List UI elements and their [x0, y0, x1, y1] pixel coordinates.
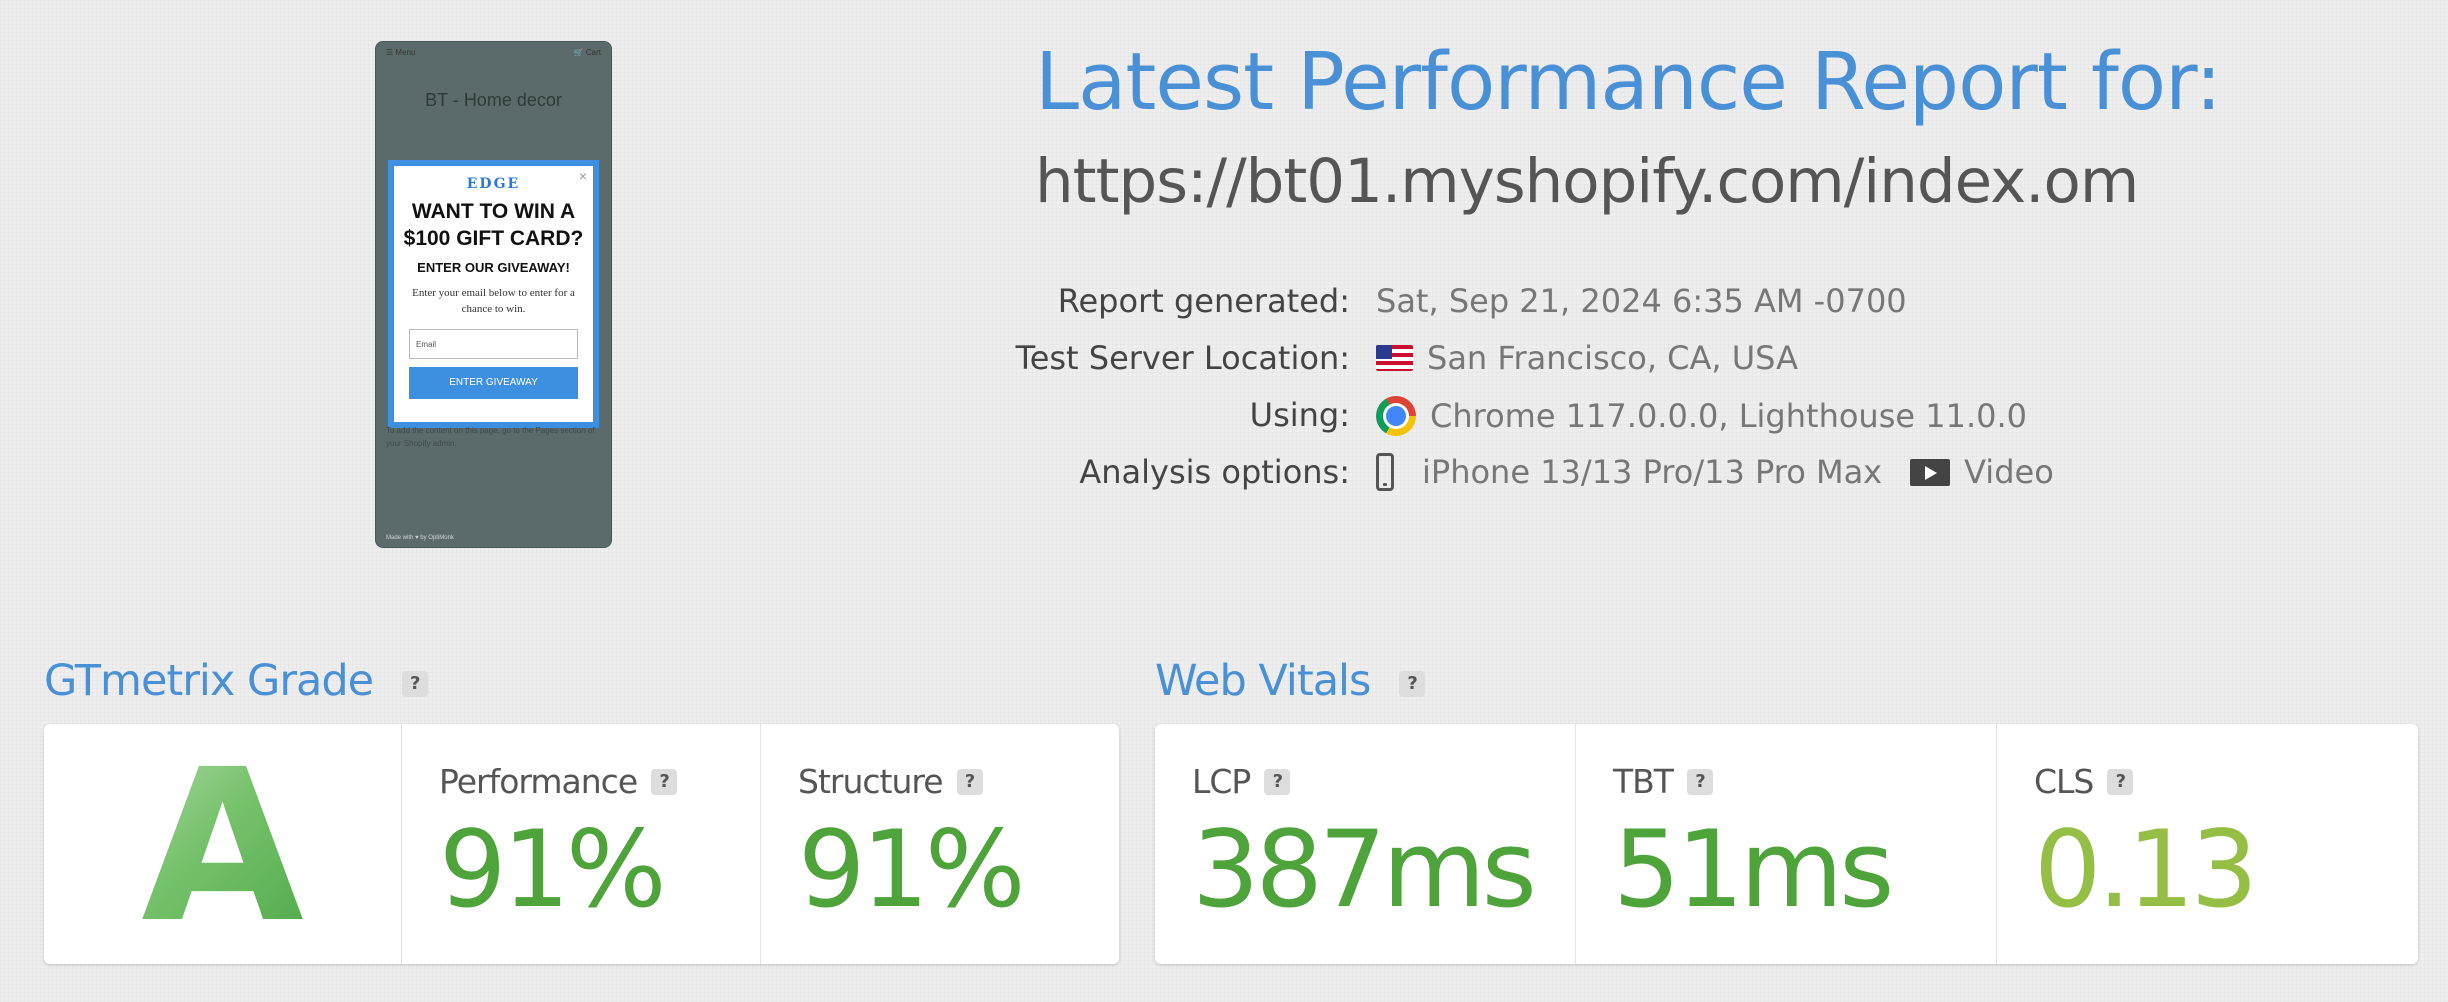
web-vitals-panel: LCP ? 387ms TBT ? 51ms CLS ? 0.13 [1155, 724, 2418, 964]
web-vitals-help-icon[interactable]: ? [1399, 670, 1426, 697]
report-title: Latest Performance Report for: [1035, 36, 2222, 128]
popup-enter-button: ENTER GIVEAWAY [409, 367, 578, 399]
web-vitals-title-text: Web Vitals [1155, 656, 1371, 706]
video-icon[interactable] [1910, 458, 1951, 486]
popup-headline: WANT TO WIN A $100 GIFT CARD? [403, 200, 584, 250]
structure-cell: Structure ? 91% [761, 724, 1119, 964]
tbt-value: 51ms [1613, 808, 1894, 931]
structure-help-icon[interactable]: ? [956, 768, 983, 795]
lcp-value: 387ms [1192, 808, 1537, 931]
tbt-cell: TBT ? 51ms [1576, 724, 1997, 964]
screenshot-cart-label: Cart [585, 48, 601, 57]
lcp-label: LCP ? [1192, 762, 1291, 801]
page-screenshot: ☰ Menu 🛒 Cart BT - Home decor × EDGE WAN… [376, 42, 611, 547]
performance-help-icon[interactable]: ? [651, 768, 678, 795]
performance-label-text: Performance [439, 762, 638, 801]
server-location-value: San Francisco, CA, USA [1376, 339, 1798, 377]
structure-value: 91% [798, 808, 1026, 931]
structure-label: Structure ? [798, 762, 983, 801]
tbt-label: TBT ? [1613, 762, 1713, 801]
screenshot-store-name: BT - Home decor [425, 90, 562, 110]
grade-cell: A [44, 724, 402, 964]
screenshot-body-text: To add the content on this page, go to t… [386, 426, 595, 448]
popup-email-field: Email [409, 329, 578, 359]
screenshot-header: ☰ Menu 🛒 Cart [386, 48, 601, 62]
using-label: Using: [1249, 396, 1350, 434]
report-generated-value: Sat, Sep 21, 2024 6:35 AM -0700 [1376, 282, 1907, 320]
popup-text: Enter your email below to enter for a ch… [412, 287, 575, 315]
server-location-label: Test Server Location: [1015, 339, 1350, 377]
tbt-label-text: TBT [1613, 762, 1674, 801]
using-text: Chrome 117.0.0.0, Lighthouse 11.0.0 [1430, 397, 2028, 435]
giveaway-popup-frame: × EDGE WANT TO WIN A $100 GIFT CARD? ENT… [388, 160, 599, 428]
cls-label-text: CLS [2034, 762, 2094, 801]
web-vitals-title: Web Vitals ? [1155, 656, 1426, 706]
gtmetrix-grade-title: GTmetrix Grade ? [44, 656, 428, 706]
gtmetrix-help-icon[interactable]: ? [401, 670, 428, 697]
screenshot-cart: 🛒 Cart [573, 48, 601, 57]
cls-label: CLS ? [2034, 762, 2134, 801]
mobile-phone-icon [1376, 453, 1394, 491]
lcp-cell: LCP ? 387ms [1155, 724, 1576, 964]
popup-close-icon: × [578, 168, 587, 184]
cls-value: 0.13 [2034, 808, 2258, 931]
grade-letter: A [44, 742, 401, 952]
chrome-icon [1376, 396, 1416, 436]
us-flag-icon [1376, 345, 1413, 371]
report-generated-label: Report generated: [1057, 282, 1350, 320]
structure-label-text: Structure [798, 762, 944, 801]
screenshot-menu-label: Menu [395, 48, 416, 57]
report-url[interactable]: https://bt01.myshopify.com/index.om [1035, 146, 2139, 217]
performance-value: 91% [439, 808, 667, 931]
screenshot-menu: ☰ Menu [386, 48, 416, 57]
video-text[interactable]: Video [1964, 453, 2054, 491]
gtmetrix-grade-title-text: GTmetrix Grade [44, 656, 374, 706]
using-value: Chrome 117.0.0.0, Lighthouse 11.0.0 [1376, 396, 2027, 436]
analysis-options-value: iPhone 13/13 Pro/13 Pro Max Video [1376, 453, 2054, 491]
lcp-label-text: LCP [1192, 762, 1251, 801]
tbt-help-icon[interactable]: ? [1686, 768, 1713, 795]
cls-help-icon[interactable]: ? [2107, 768, 2134, 795]
giveaway-popup: × EDGE WANT TO WIN A $100 GIFT CARD? ENT… [394, 166, 593, 422]
cls-cell: CLS ? 0.13 [1997, 724, 2418, 964]
analysis-options-label: Analysis options: [1079, 453, 1350, 491]
performance-label: Performance ? [439, 762, 678, 801]
screenshot-footer: Made with ♥ by OptiMonk [386, 535, 454, 541]
device-text: iPhone 13/13 Pro/13 Pro Max [1422, 453, 1883, 491]
server-location-text: San Francisco, CA, USA [1427, 339, 1798, 377]
popup-subheadline: ENTER OUR GIVEAWAY! [417, 260, 570, 275]
lcp-help-icon[interactable]: ? [1264, 768, 1291, 795]
performance-cell: Performance ? 91% [402, 724, 761, 964]
popup-brand: EDGE [466, 176, 521, 192]
gtmetrix-grade-panel: A Performance ? 91% Structure ? 91% [44, 724, 1119, 964]
